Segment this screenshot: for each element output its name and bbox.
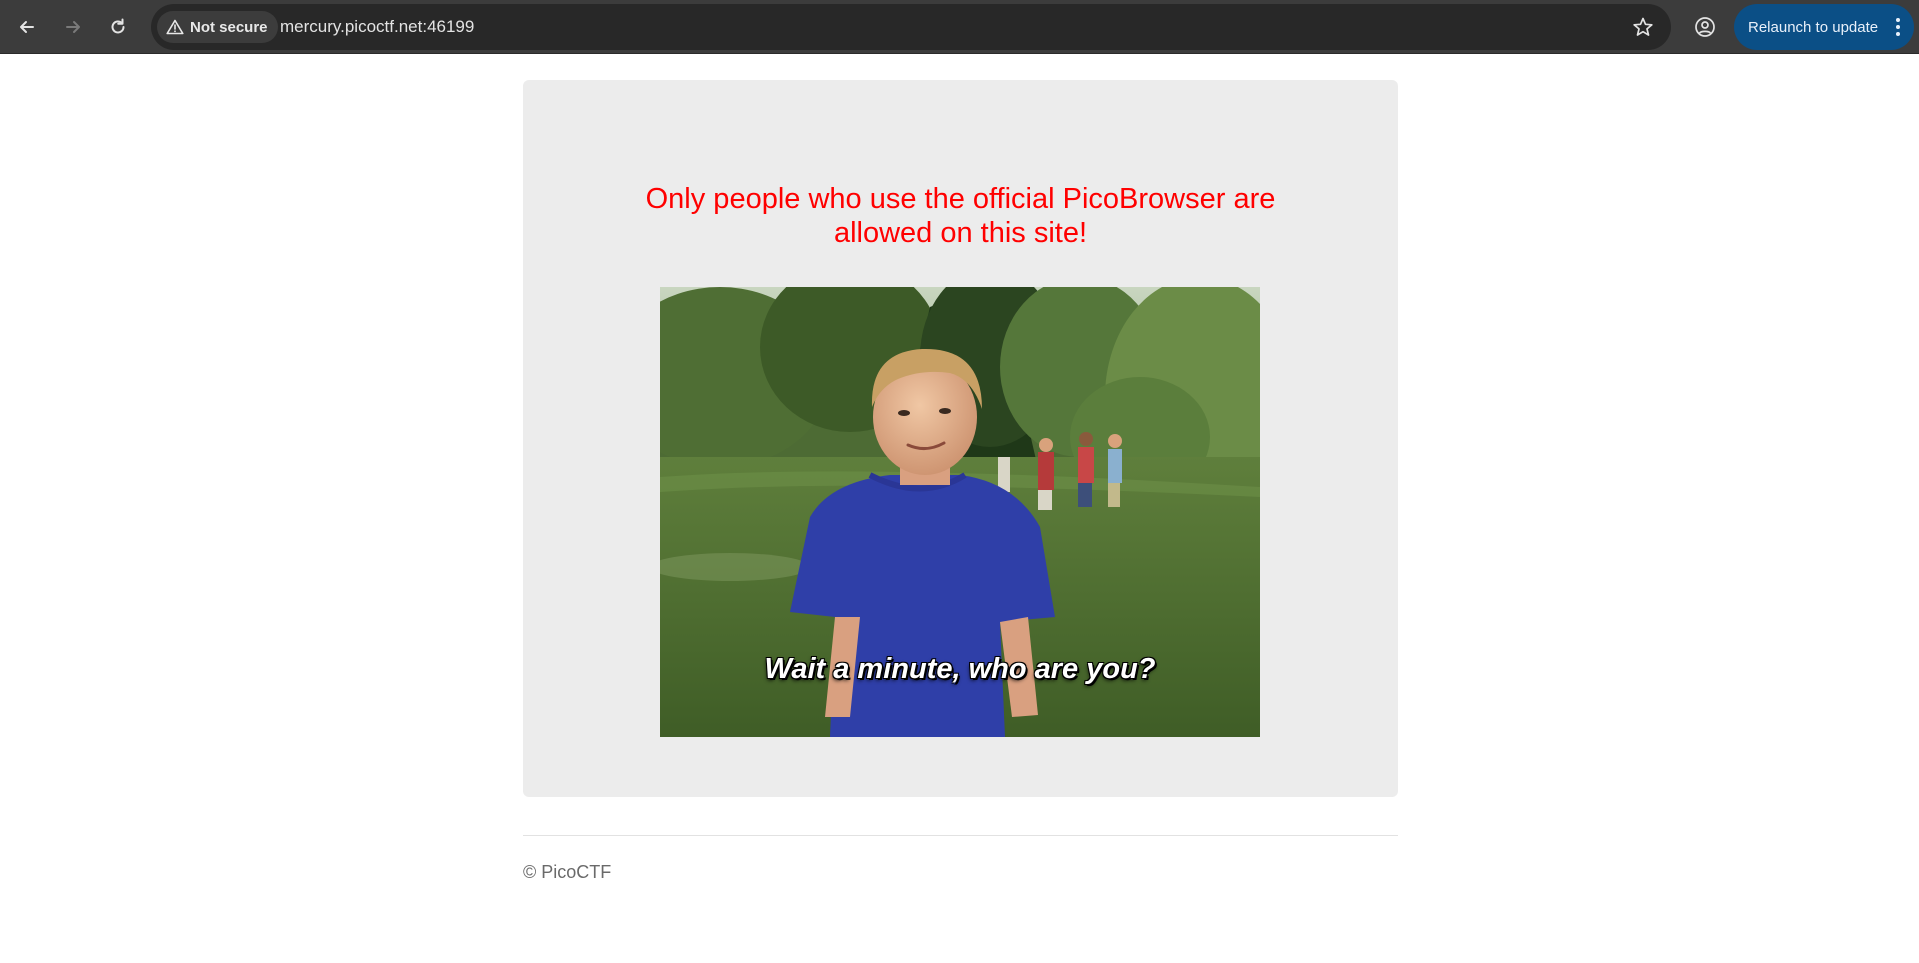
forward-button[interactable] [55,9,91,45]
kebab-menu-icon[interactable] [1896,18,1900,36]
headline-line-1: Only people who use the official PicoBro… [645,183,1276,215]
relaunch-button[interactable]: Relaunch to update [1734,4,1914,50]
star-icon [1633,17,1653,36]
warning-triangle-icon [166,19,184,35]
reload-icon [111,18,125,34]
bookmark-button[interactable] [1625,9,1661,45]
content-card: Only people who use the official PicoBro… [523,80,1398,797]
meme-caption: Wait a minute, who are you? [764,653,1156,685]
back-button[interactable] [9,9,45,45]
arrow-left-icon [20,21,34,33]
reload-button[interactable] [100,9,136,45]
headline-line-2: allowed on this site! [833,217,1088,249]
arrow-right-icon [66,21,80,33]
url-text[interactable]: mercury.picoctf.net:46199 [280,17,474,37]
profile-icon [1695,17,1715,37]
address-bar[interactable]: Not secure mercury.picoctf.net:46199 [151,4,1671,50]
footer-copyright: © PicoCTF [523,862,612,882]
relaunch-label: Relaunch to update [1748,18,1879,36]
browser-toolbar: Not secure mercury.picoctf.net:46199 Rel… [0,0,1919,54]
footer-divider [523,835,1398,836]
access-denied-message: Only people who use the official PicoBro… [523,182,1398,250]
profile-button[interactable] [1687,9,1723,45]
meme-image: Wait a minute, who are you? [660,287,1260,737]
security-label: Not secure [190,18,268,36]
security-indicator[interactable]: Not secure [157,11,278,43]
